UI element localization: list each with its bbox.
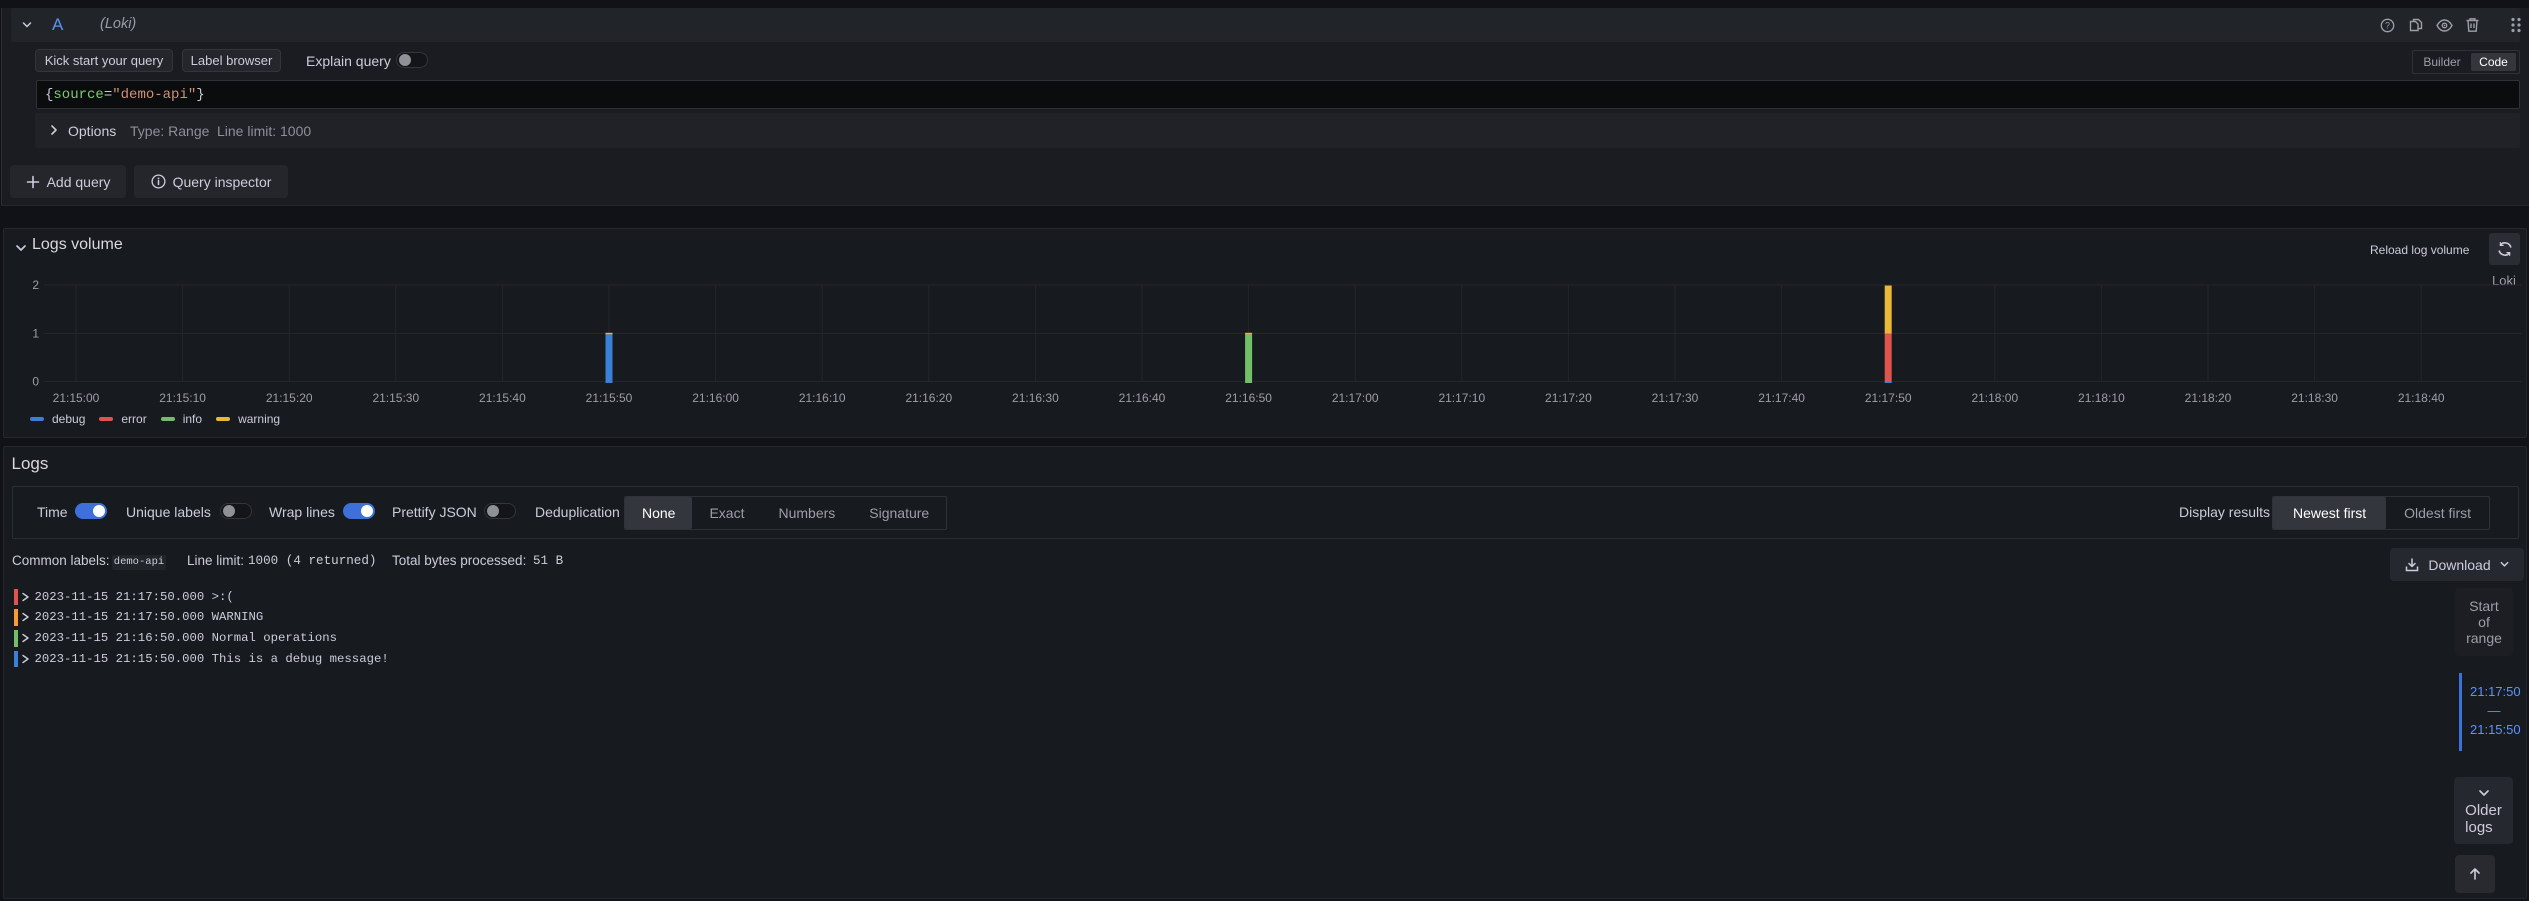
svg-text:2: 2 [32,278,39,292]
svg-text:21:18:10: 21:18:10 [2078,391,2125,405]
svg-text:21:15:30: 21:15:30 [372,391,419,405]
svg-text:21:16:40: 21:16:40 [1119,391,1166,405]
svg-text:21:18:30: 21:18:30 [2291,391,2338,405]
svg-text:21:15:20: 21:15:20 [266,391,313,405]
svg-text:21:16:10: 21:16:10 [799,391,846,405]
svg-text:21:17:40: 21:17:40 [1758,391,1805,405]
svg-text:21:15:40: 21:15:40 [479,391,526,405]
svg-text:?: ? [2385,21,2390,31]
svg-text:21:18:40: 21:18:40 [2398,391,2445,405]
svg-text:21:16:30: 21:16:30 [1012,391,1059,405]
svg-text:21:18:00: 21:18:00 [1971,391,2018,405]
svg-text:21:17:20: 21:17:20 [1545,391,1592,405]
svg-text:21:17:30: 21:17:30 [1652,391,1699,405]
svg-text:21:15:10: 21:15:10 [159,391,206,405]
svg-text:21:17:00: 21:17:00 [1332,391,1379,405]
svg-text:21:15:00: 21:15:00 [53,391,100,405]
svg-text:21:18:20: 21:18:20 [2185,391,2232,405]
svg-text:1: 1 [32,327,39,341]
svg-text:0: 0 [32,375,39,389]
svg-text:21:17:50: 21:17:50 [1865,391,1912,405]
svg-text:21:17:10: 21:17:10 [1438,391,1485,405]
svg-text:21:16:00: 21:16:00 [692,391,739,405]
svg-text:21:16:50: 21:16:50 [1225,391,1272,405]
svg-text:21:15:50: 21:15:50 [586,391,633,405]
svg-text:21:16:20: 21:16:20 [905,391,952,405]
